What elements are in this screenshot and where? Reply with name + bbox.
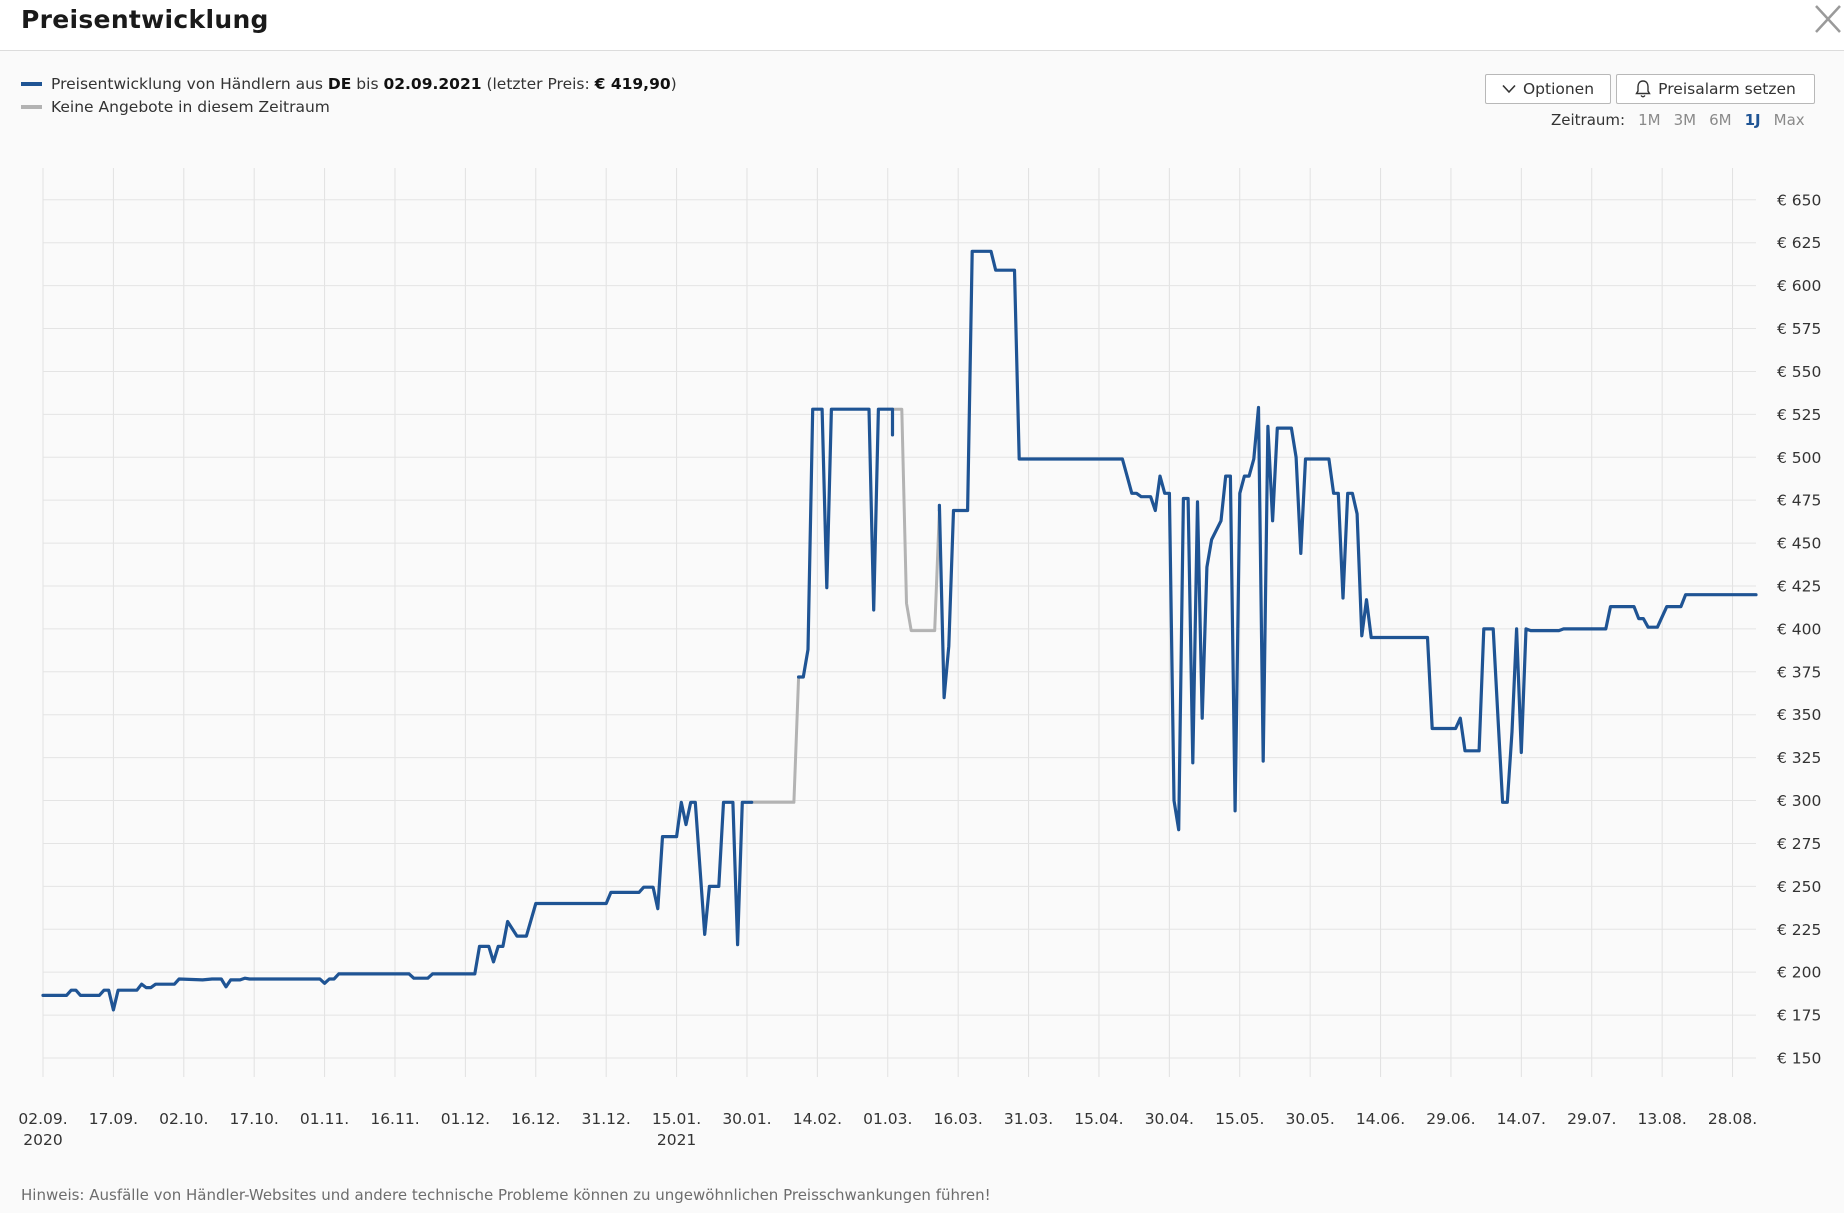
hint-note: Hinweis: Ausfälle von Händler-Websites u… [21,1186,991,1204]
x-tick-year-label: 2021 [657,1131,696,1149]
x-tick-label: 15.05. [1215,1110,1264,1128]
x-tick-label: 30.01. [722,1110,771,1128]
x-tick-label: 17.09. [89,1110,138,1128]
x-tick-label: 01.03. [863,1110,912,1128]
x-tick-label: 29.07. [1567,1110,1616,1128]
x-tick-label: 01.12. [441,1110,490,1128]
x-tick-label: 16.03. [934,1110,983,1128]
y-tick-label: € 600 [1777,277,1821,295]
x-tick-label: 02.09. [18,1110,67,1128]
y-tick-label: € 200 [1777,964,1821,982]
y-tick-label: € 275 [1777,835,1821,853]
x-tick-label: 30.04. [1145,1110,1194,1128]
x-tick-label: 16.12. [511,1110,560,1128]
price-line-no-offers [891,407,941,633]
price-line-no-offers [750,675,801,804]
y-tick-label: € 475 [1777,492,1821,510]
x-tick-label: 14.07. [1497,1110,1546,1128]
x-tick-label: 29.06. [1426,1110,1475,1128]
y-tick-label: € 575 [1777,320,1821,338]
y-tick-label: € 250 [1777,878,1821,896]
x-tick-label: 13.08. [1637,1110,1686,1128]
y-tick-label: € 525 [1777,406,1821,424]
x-tick-label: 30.05. [1285,1110,1334,1128]
x-tick-year-label: 2020 [23,1131,62,1149]
price-chart: 02.09. 2020 17.09. 02.10. 17.10. 01.11. 16.11.… [18,168,1821,1149]
y-tick-label: € 300 [1777,792,1821,810]
y-tick-label: € 450 [1777,535,1821,553]
x-tick-label: 15.04. [1074,1110,1123,1128]
x-tick-label: 14.06. [1356,1110,1405,1128]
y-tick-label: € 150 [1777,1050,1821,1068]
x-tick-label: 31.03. [1004,1110,1053,1128]
x-tick-label: 02.10. [159,1110,208,1128]
x-tick-label: 16.11. [370,1110,419,1128]
x-tick-label: 15.01. [652,1110,701,1128]
y-tick-label: € 175 [1777,1007,1821,1025]
y-tick-label: € 350 [1777,706,1821,724]
x-tick-label: 17.10. [230,1110,279,1128]
y-tick-label: € 625 [1777,234,1821,252]
x-tick-label: 31.12. [582,1110,631,1128]
y-tick-label: € 400 [1777,620,1821,638]
x-tick-label: 14.02. [793,1110,842,1128]
y-tick-label: € 225 [1777,921,1821,939]
y-tick-label: € 500 [1777,449,1821,467]
y-tick-label: € 375 [1777,663,1821,681]
y-tick-label: € 325 [1777,749,1821,767]
x-tick-label: 28.08. [1708,1110,1757,1128]
y-tick-label: € 650 [1777,191,1821,209]
y-tick-label: € 550 [1777,363,1821,381]
y-tick-label: € 425 [1777,577,1821,595]
x-tick-label: 01.11. [300,1110,349,1128]
price-line-offers [41,800,754,1012]
price-line-offers [937,249,1758,832]
